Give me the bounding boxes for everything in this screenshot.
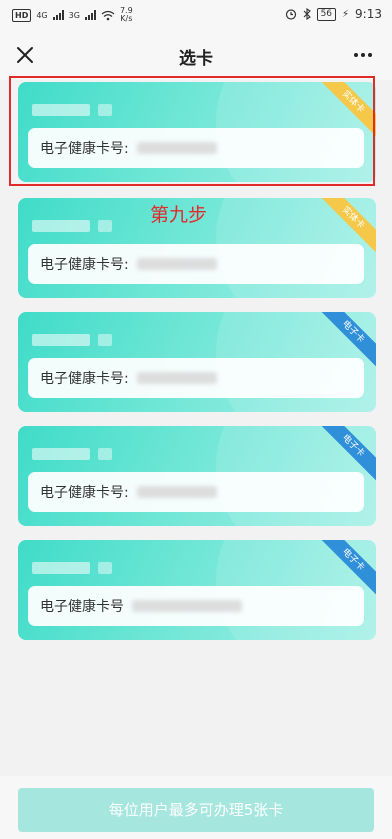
signal-3g-label: 3G — [68, 10, 80, 20]
battery-indicator: 56 — [316, 7, 337, 21]
signal-icon — [52, 10, 64, 20]
card-number-redacted — [136, 486, 217, 498]
card-limit-button[interactable]: 每位用户最多可办理5张卡 — [18, 788, 374, 832]
card-name-redacted — [32, 448, 90, 460]
net-speed-unit: K/s — [120, 14, 133, 23]
card-name-redacted — [98, 104, 112, 116]
nav-bar: 选卡 — [0, 30, 392, 80]
card-item-3[interactable]: 电子卡 电子健康卡号: — [18, 312, 376, 412]
card-item-1[interactable]: 实体卡 电子健康卡号: — [18, 82, 376, 182]
card-name-redacted — [98, 220, 112, 232]
card-name-redacted — [32, 104, 90, 116]
card-number-redacted — [136, 372, 217, 384]
charging-icon: ⚡ — [342, 8, 350, 20]
signal-icon-2 — [84, 10, 96, 20]
step-annotation: 第九步 — [150, 204, 208, 226]
status-left: HD 4G 3G 7.9 K/s — [12, 7, 133, 23]
more-dot-icon — [361, 53, 365, 57]
more-button[interactable] — [348, 40, 378, 70]
card-number-label: 电子健康卡号 — [40, 599, 124, 615]
page-title: 选卡 — [179, 49, 213, 69]
status-right: 56 ⚡ 9:13 — [285, 7, 382, 21]
bluetooth-icon — [303, 8, 311, 20]
alarm-icon — [285, 9, 296, 20]
more-dot-icon — [354, 53, 358, 57]
wifi-icon — [101, 10, 115, 20]
card-name-redacted — [32, 220, 90, 232]
card-item-5[interactable]: 电子卡 电子健康卡号 — [18, 540, 376, 640]
card-name-redacted — [98, 562, 112, 574]
more-dot-icon — [368, 53, 372, 57]
clock: 9:13 — [355, 7, 382, 21]
card-number-label: 电子健康卡号: — [40, 371, 129, 387]
card-number-label: 电子健康卡号: — [40, 141, 129, 157]
card-number-box: 电子健康卡号: — [28, 128, 364, 168]
hd-badge: HD — [12, 8, 32, 22]
card-number-box: 电子健康卡号: — [28, 358, 364, 398]
card-name-redacted — [32, 334, 90, 346]
signal-4g-label: 4G — [36, 10, 48, 20]
card-number-box: 电子健康卡号: — [28, 472, 364, 512]
card-number-redacted — [136, 258, 217, 270]
card-name-redacted — [98, 334, 112, 346]
bottom-bar: 每位用户最多可办理5张卡 — [0, 776, 392, 839]
net-speed: 7.9 K/s — [120, 7, 133, 23]
card-name-redacted — [98, 448, 112, 460]
card-number-label: 电子健康卡号: — [40, 485, 129, 501]
card-number-box: 电子健康卡号 — [28, 586, 364, 626]
card-number-redacted — [132, 600, 242, 612]
card-item-4[interactable]: 电子卡 电子健康卡号: — [18, 426, 376, 526]
card-number-redacted — [136, 142, 217, 154]
status-bar: HD 4G 3G 7.9 K/s 56 ⚡ 9:13 — [0, 0, 392, 30]
card-name-redacted — [32, 562, 90, 574]
card-number-label: 电子健康卡号: — [40, 257, 129, 273]
card-number-box: 电子健康卡号: — [28, 244, 364, 284]
